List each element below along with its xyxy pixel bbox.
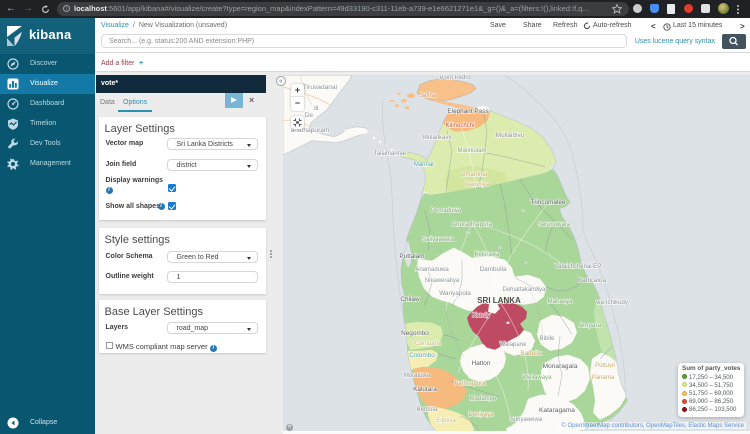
svg-text:Dehiattakandiya: Dehiattakandiya: [502, 286, 546, 292]
svg-text:Madampe: Madampe: [470, 395, 497, 401]
svg-text:Mahaoya: Mahaoya: [548, 298, 573, 304]
svg-text:Serunuwara: Serunuwara: [538, 221, 571, 227]
svg-text:Walapane: Walapane: [500, 341, 527, 347]
svg-text:Gampaha: Gampaha: [415, 340, 442, 346]
svg-text:Wellawaya: Wellawaya: [523, 374, 553, 380]
svg-text:SRI LANKA: SRI LANKA: [477, 295, 521, 304]
svg-text:Ampara: Ampara: [579, 321, 602, 328]
svg-text:Bibile: Bibile: [540, 335, 555, 341]
svg-text:Kandy: Kandy: [472, 311, 491, 318]
svg-text:Mulankavil: Mulankavil: [423, 134, 451, 140]
svg-text:Hatton: Hatton: [472, 359, 491, 366]
svg-text:Manikulam: Manikulam: [457, 147, 486, 153]
svg-text:Pathnapura: Pathnapura: [454, 380, 486, 386]
svg-text:Pemaduwa: Pemaduwa: [431, 207, 462, 213]
svg-text:Omanthai: Omanthai: [461, 171, 487, 177]
svg-text:wa-Ichikudy: wa-Ichikudy: [595, 299, 628, 305]
svg-text:di: di: [314, 105, 319, 111]
svg-text:Valaichchenai EP: Valaichchenai EP: [555, 263, 602, 269]
svg-text:Chilaw: Chilaw: [400, 295, 420, 302]
svg-text:Colombo: Colombo: [409, 351, 435, 358]
svg-text:Bentota: Bentota: [417, 406, 438, 412]
svg-text:Puttalam: Puttalam: [399, 252, 424, 259]
svg-text:Saliyawewa: Saliyawewa: [422, 236, 454, 242]
svg-text:Kilinochchi: Kilinochchi: [446, 122, 475, 128]
svg-text:Monaragala: Monaragala: [543, 362, 578, 369]
svg-text:Badulla: Badulla: [520, 349, 542, 356]
svg-text:Negombo: Negombo: [401, 329, 429, 336]
svg-text:Elpitiya: Elpitiya: [436, 417, 456, 423]
svg-text:Panama: Panama: [592, 374, 615, 380]
svg-text:Elephant Pass: Elephant Pass: [447, 107, 488, 114]
svg-text:Tiruvadanai: Tiruvadanai: [303, 83, 338, 90]
svg-text:Anuradhapura: Anuradhapura: [452, 220, 493, 227]
svg-text:Suriyawewa: Suriyawewa: [510, 416, 543, 422]
svg-text:Dambulla: Dambulla: [480, 265, 507, 272]
svg-text:Kekirawa: Kekirawa: [475, 251, 500, 257]
svg-text:Wariyapola: Wariyapola: [439, 289, 471, 296]
svg-text:Batticaloa: Batticaloa: [578, 276, 607, 283]
svg-text:Pottuvil: Pottuvil: [595, 362, 615, 368]
svg-text:De: De: [305, 111, 314, 118]
svg-text:Jaffna: Jaffna: [420, 92, 437, 98]
svg-text:Moratuwa: Moratuwa: [404, 372, 431, 378]
svg-text:Deniyaya: Deniyaya: [468, 411, 494, 417]
svg-text:Talaimannar: Talaimannar: [374, 150, 407, 156]
svg-text:Anamaduwa: Anamaduwa: [415, 266, 449, 272]
svg-text:Mullaittivu: Mullaittivu: [496, 131, 525, 138]
svg-text:Trincomalee: Trincomalee: [531, 198, 566, 205]
svg-text:Point Pedro: Point Pedro: [439, 75, 471, 81]
svg-text:Nikaweratiya: Nikaweratiya: [425, 277, 460, 283]
svg-text:Mannar: Mannar: [414, 161, 434, 167]
svg-text:Kalutara: Kalutara: [413, 385, 437, 392]
svg-text:Kataragama: Kataragama: [539, 406, 575, 413]
svg-text:Vavuniya: Vavuniya: [465, 181, 490, 187]
